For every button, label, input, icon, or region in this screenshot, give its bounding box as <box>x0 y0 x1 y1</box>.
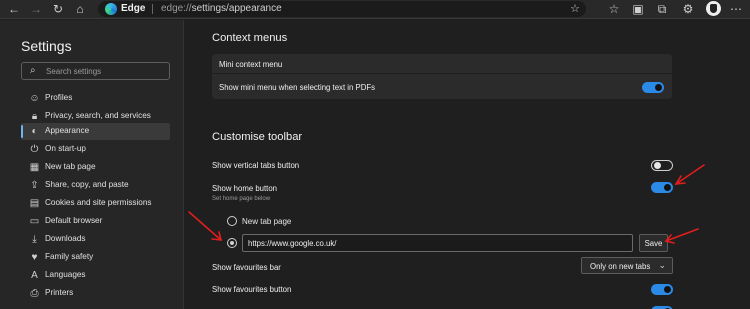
radio-custom-url[interactable] <box>227 238 237 248</box>
search-input[interactable] <box>46 65 166 77</box>
download-icon: ⤓ <box>32 234 37 245</box>
edge-logo-icon <box>105 3 117 15</box>
palette-icon: ◐ <box>31 126 38 137</box>
forward-icon[interactable]: → <box>28 1 44 17</box>
address-separator <box>152 4 153 14</box>
grid-icon: ▦ <box>29 162 40 173</box>
favourites-button-toggle[interactable] <box>651 284 673 295</box>
sidebar-item-share-copy-paste[interactable]: ⇪ Share, copy, and paste <box>21 177 170 194</box>
show-mini-menu-toggle[interactable] <box>642 82 664 93</box>
address-bar[interactable]: Edge edge://settings/appearance ☆ <box>98 1 586 17</box>
history-icon[interactable]: ⧉ <box>654 1 670 17</box>
card-divider <box>212 73 672 74</box>
more-menu-icon[interactable]: ⋯ <box>728 1 744 17</box>
profile-avatar[interactable] <box>706 1 721 16</box>
radio-new-tab-page[interactable] <box>227 216 237 226</box>
person-icon: ☺ <box>29 93 40 104</box>
favourites-button-label: Show favourites button <box>212 285 292 294</box>
favorites-icon[interactable]: ☆ <box>606 1 622 17</box>
home-button-toggle[interactable] <box>651 182 673 193</box>
settings-main: Context menus Mini context menu Show min… <box>185 20 750 309</box>
address-url[interactable]: edge://settings/appearance <box>161 3 282 14</box>
vertical-tabs-label: Show vertical tabs button <box>212 161 300 170</box>
context-menus-heading: Context menus <box>212 32 288 44</box>
mini-context-menu-label: Mini context menu <box>219 60 283 69</box>
search-icon: ⌕ <box>30 65 36 76</box>
printer-icon: ⎙ <box>30 288 39 299</box>
family-icon: ♥ <box>31 252 38 263</box>
chevron-down-icon: ⌄ <box>658 260 666 270</box>
extensions-icon[interactable]: ⚙ <box>680 1 696 17</box>
power-icon: ⏻ <box>30 144 39 155</box>
share-icon: ⇪ <box>30 180 39 191</box>
context-menus-card: Mini context menu Show mini menu when se… <box>212 54 672 99</box>
sidebar-item-downloads[interactable]: ⤓ Downloads <box>21 231 170 248</box>
radio-new-tab-page-label: New tab page <box>242 217 292 226</box>
browser-brand-label: Edge <box>121 3 146 14</box>
favorite-star-icon[interactable]: ☆ <box>570 2 580 15</box>
vertical-tabs-toggle[interactable] <box>651 160 673 171</box>
language-icon: A <box>31 270 38 281</box>
search-settings[interactable]: ⌕ <box>21 62 170 80</box>
sidebar-item-appearance[interactable]: ◐ Appearance <box>21 123 170 140</box>
browser-toolbar: ← → ↻ ⌂ Edge edge://settings/appearance … <box>0 0 750 19</box>
sidebar-item-new-tab-page[interactable]: ▦ New tab page <box>21 159 170 176</box>
favourites-bar-value: Only on new tabs <box>590 262 651 271</box>
favourites-bar-select[interactable]: Only on new tabs ⌄ <box>581 257 673 274</box>
home-icon[interactable]: ⌂ <box>72 1 88 17</box>
save-button[interactable]: Save <box>639 234 668 252</box>
show-mini-menu-label: Show mini menu when selecting text in PD… <box>219 83 376 92</box>
lock-icon: 🔒︎ <box>31 111 38 122</box>
customise-toolbar-heading: Customise toolbar <box>212 131 303 143</box>
sidebar-item-default-browser[interactable]: ▭ Default browser <box>21 213 170 230</box>
favourites-bar-label: Show favourites bar <box>212 263 281 272</box>
home-url-input[interactable] <box>242 234 633 252</box>
settings-sidebar: Settings ⌕ ☺ Profiles 🔒︎ Privacy, search… <box>0 20 184 309</box>
browser-icon: ▭ <box>29 216 40 227</box>
sidebar-item-family-safety[interactable]: ♥ Family safety <box>21 249 170 266</box>
sidebar-title: Settings <box>21 38 72 54</box>
refresh-icon[interactable]: ↻ <box>50 1 66 17</box>
sidebar-item-cookies[interactable]: ▤ Cookies and site permissions <box>21 195 170 212</box>
back-icon[interactable]: ← <box>6 1 22 17</box>
sidebar-item-languages[interactable]: A Languages <box>21 267 170 284</box>
collections-icon[interactable]: ▣ <box>630 1 646 17</box>
home-button-label: Show home button <box>212 184 278 193</box>
cookie-icon: ▤ <box>29 198 40 209</box>
sidebar-item-on-startup[interactable]: ⏻ On start-up <box>21 141 170 158</box>
sidebar-item-printers[interactable]: ⎙ Printers <box>21 285 170 302</box>
home-button-sublabel: Set home page below <box>212 196 271 202</box>
sidebar-item-profiles[interactable]: ☺ Profiles <box>21 90 170 107</box>
